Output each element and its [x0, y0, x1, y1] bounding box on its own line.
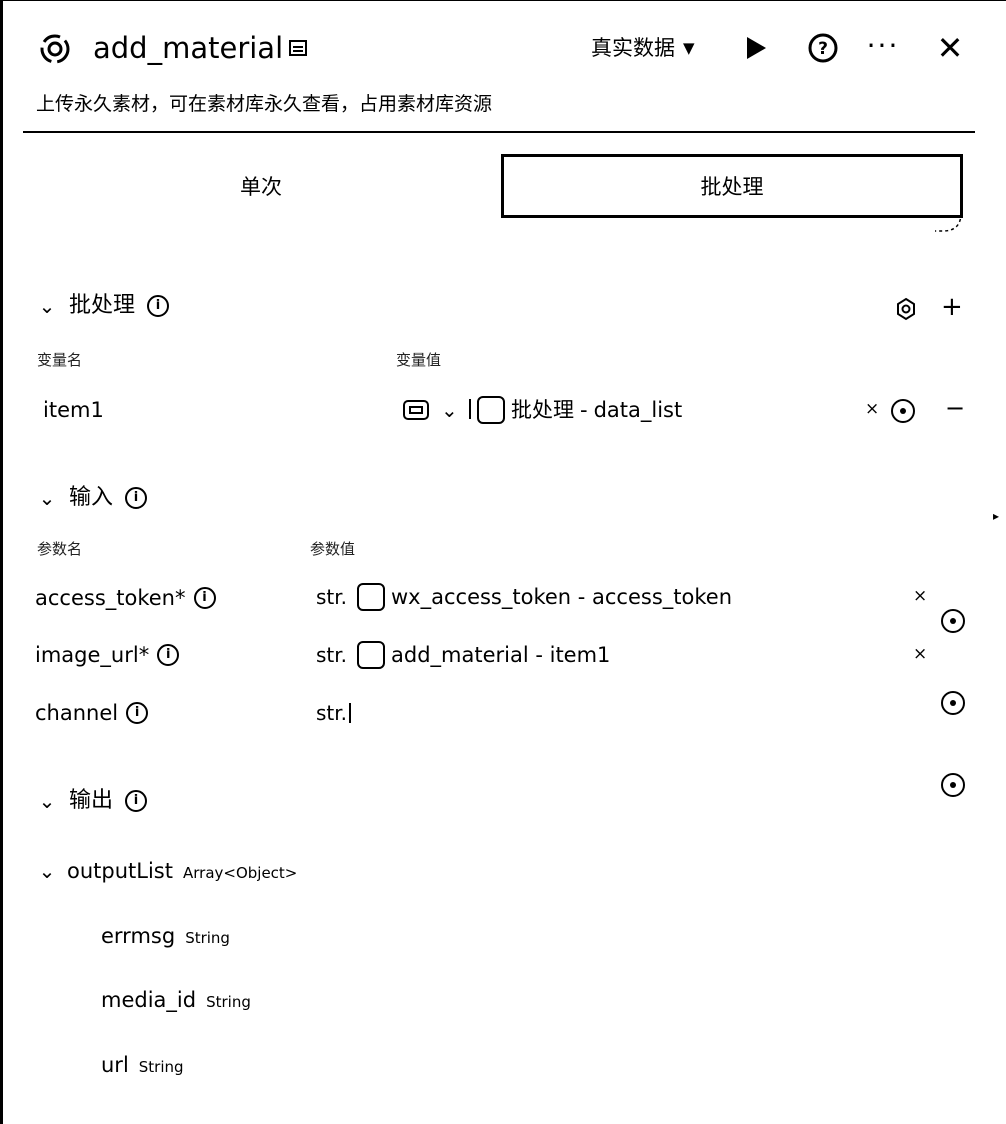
- tab-batch[interactable]: 批处理: [501, 154, 963, 218]
- batch-ref-source: 批处理: [511, 398, 574, 422]
- output-field-type: String: [185, 929, 230, 947]
- input-section-title: 输入: [69, 485, 114, 510]
- output-section-title: 输出: [69, 788, 114, 813]
- resize-handle-icon: [935, 189, 962, 232]
- plugin-logo-icon: [40, 34, 70, 64]
- more-icon[interactable]: ···: [865, 31, 901, 65]
- batch-section-title: 批处理: [69, 293, 136, 318]
- param-type: str.: [316, 643, 348, 667]
- info-icon[interactable]: i: [126, 702, 149, 724]
- info-icon[interactable]: i: [193, 587, 216, 609]
- node-title: add_material: [93, 31, 284, 65]
- batch-var-reference[interactable]: 批处理 - data_list: [477, 395, 682, 425]
- info-icon[interactable]: i: [125, 790, 148, 812]
- param-value: add_material - item1: [391, 643, 611, 667]
- reference-node-icon: [357, 641, 385, 669]
- info-icon[interactable]: i: [157, 644, 180, 666]
- run-icon[interactable]: [743, 34, 769, 62]
- output-field-type: String: [206, 993, 251, 1011]
- required-mark: *: [138, 643, 150, 667]
- param-name: image_url: [35, 643, 139, 667]
- required-mark: *: [175, 586, 186, 610]
- target-icon[interactable]: [891, 399, 915, 423]
- param-value-image-url[interactable]: add_material - item1: [357, 640, 610, 670]
- variable-type-icon[interactable]: [401, 398, 431, 422]
- input-col-name: 参数名: [37, 540, 83, 558]
- close-icon[interactable]: ✕: [933, 31, 967, 65]
- output-list[interactable]: ⌄ outputList Array<Object>: [37, 856, 298, 886]
- info-icon[interactable]: i: [147, 295, 170, 317]
- input-section-header[interactable]: ⌄ 输入 i: [37, 483, 148, 513]
- chevron-down-icon[interactable]: ⌄: [441, 395, 458, 425]
- output-list-name: outputList: [67, 859, 173, 883]
- output-field-name: errmsg: [101, 924, 176, 948]
- node-description: 上传永久素材，可在素材库永久查看，占用素材库资源: [36, 93, 493, 115]
- param-type: str.: [316, 585, 348, 609]
- info-icon[interactable]: i: [125, 487, 148, 509]
- input-col-value: 参数值: [310, 540, 356, 558]
- clear-icon[interactable]: ×: [913, 641, 927, 667]
- param-image-url: image_url* i: [35, 640, 180, 670]
- node-type-icon: [289, 40, 307, 56]
- output-field-type: String: [138, 1058, 184, 1076]
- batch-col-name: 变量名: [37, 351, 83, 369]
- field-divider: [349, 703, 355, 723]
- settings-icon[interactable]: [894, 297, 918, 321]
- output-field: errmsg String: [101, 921, 230, 951]
- target-icon[interactable]: [941, 691, 965, 715]
- remove-icon[interactable]: −: [945, 393, 965, 423]
- plugin-node-panel: add_material 真实数据 ▼ ? ··· ✕ 上传永久素材，可在素材库…: [0, 0, 1006, 1124]
- reference-node-icon: [477, 396, 505, 424]
- header-divider: [23, 131, 975, 133]
- batch-var-name[interactable]: item1: [43, 395, 104, 425]
- chevron-down-icon: ⌄: [38, 789, 56, 813]
- param-channel: channel i: [35, 698, 149, 728]
- param-name: access_token: [35, 586, 175, 610]
- batch-ref-sep: -: [580, 398, 588, 422]
- data-mode-label: 真实数据: [591, 36, 675, 60]
- clear-icon[interactable]: ×: [913, 583, 927, 609]
- add-icon[interactable]: +: [941, 292, 963, 322]
- chevron-down-icon: ⌄: [38, 486, 56, 510]
- output-section-header[interactable]: ⌄ 输出 i: [37, 786, 148, 816]
- chevron-down-icon: ⌄: [38, 859, 56, 883]
- clear-icon[interactable]: ×: [865, 396, 879, 422]
- param-value-access-token[interactable]: wx_access_token - access_token: [357, 582, 732, 612]
- output-field: media_id String: [101, 985, 251, 1015]
- caret-down-icon: ▼: [683, 39, 695, 57]
- batch-ref-field: data_list: [593, 398, 683, 422]
- output-list-type: Array<Object>: [182, 864, 298, 882]
- field-divider: [469, 399, 475, 419]
- output-field: url String: [101, 1050, 184, 1080]
- param-value-channel-input[interactable]: [357, 698, 877, 728]
- batch-col-value: 变量值: [396, 351, 442, 369]
- param-type: str.: [316, 701, 348, 725]
- param-value: wx_access_token - access_token: [391, 585, 733, 609]
- output-field-name: url: [101, 1053, 129, 1077]
- param-name: channel: [35, 701, 119, 725]
- batch-section-header[interactable]: ⌄ 批处理 i: [37, 291, 170, 321]
- help-icon[interactable]: ?: [807, 32, 839, 64]
- param-access-token: access_token* i: [35, 583, 216, 613]
- data-mode-select[interactable]: 真实数据 ▼: [591, 34, 695, 62]
- output-field-name: media_id: [101, 988, 197, 1012]
- svg-text:?: ?: [818, 39, 828, 59]
- panel-edge-caret-icon[interactable]: ▸: [993, 509, 999, 523]
- target-icon[interactable]: [941, 773, 965, 797]
- tab-single[interactable]: 单次: [23, 154, 499, 218]
- chevron-down-icon: ⌄: [38, 294, 56, 318]
- target-icon[interactable]: [941, 609, 965, 633]
- reference-node-icon: [357, 583, 385, 611]
